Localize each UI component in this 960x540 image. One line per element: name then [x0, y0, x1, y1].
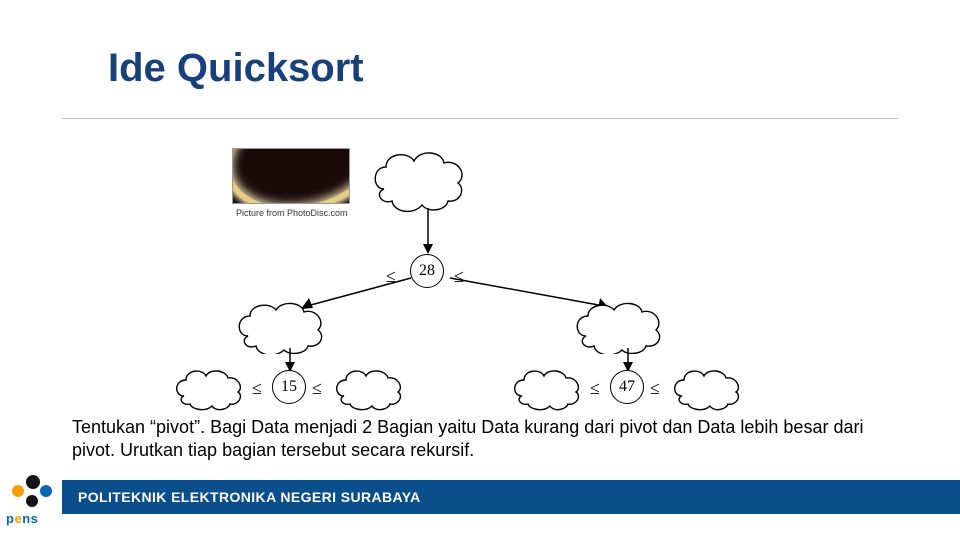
node-left-label: 15: [281, 378, 297, 396]
footer-text: POLITEKNIK ELEKTRONIKA NEGERI SURABAYA: [78, 489, 421, 505]
description-text: Tentukan “pivot”. Bagi Data menjadi 2 Ba…: [72, 416, 892, 463]
footer-bar: POLITEKNIK ELEKTRONIKA NEGERI SURABAYA: [62, 480, 960, 514]
logo-text: pens: [6, 511, 60, 526]
slide: Ide Quicksort Picture from PhotoDisc.com…: [0, 0, 960, 540]
cloud-leaf-3: [508, 362, 586, 412]
lt-root-right: ≤: [454, 266, 464, 287]
arrow-top: [422, 208, 434, 259]
title-divider: [62, 118, 898, 119]
cloud-left: [230, 296, 346, 354]
node-right: 47: [610, 370, 644, 404]
lt-15-right: ≤: [312, 378, 322, 399]
cloud-right: [568, 296, 684, 354]
lt-47-right: ≤: [650, 378, 660, 399]
node-right-label: 47: [619, 378, 635, 396]
quicksort-diagram: 28 ≤ ≤ 15 47: [152, 150, 812, 400]
lt-15-left: ≤: [252, 378, 262, 399]
lt-47-left: ≤: [590, 378, 600, 399]
node-left: 15: [272, 370, 306, 404]
cloud-top: [364, 144, 484, 214]
cloud-leaf-2: [330, 362, 408, 412]
lt-root-left: ≤: [386, 266, 396, 287]
logo: pens: [6, 475, 60, 526]
node-root-label: 28: [419, 262, 435, 280]
cloud-leaf-4: [668, 362, 746, 412]
logo-dots-icon: [10, 475, 56, 511]
cloud-leaf-1: [170, 362, 248, 412]
page-title: Ide Quicksort: [108, 46, 364, 91]
